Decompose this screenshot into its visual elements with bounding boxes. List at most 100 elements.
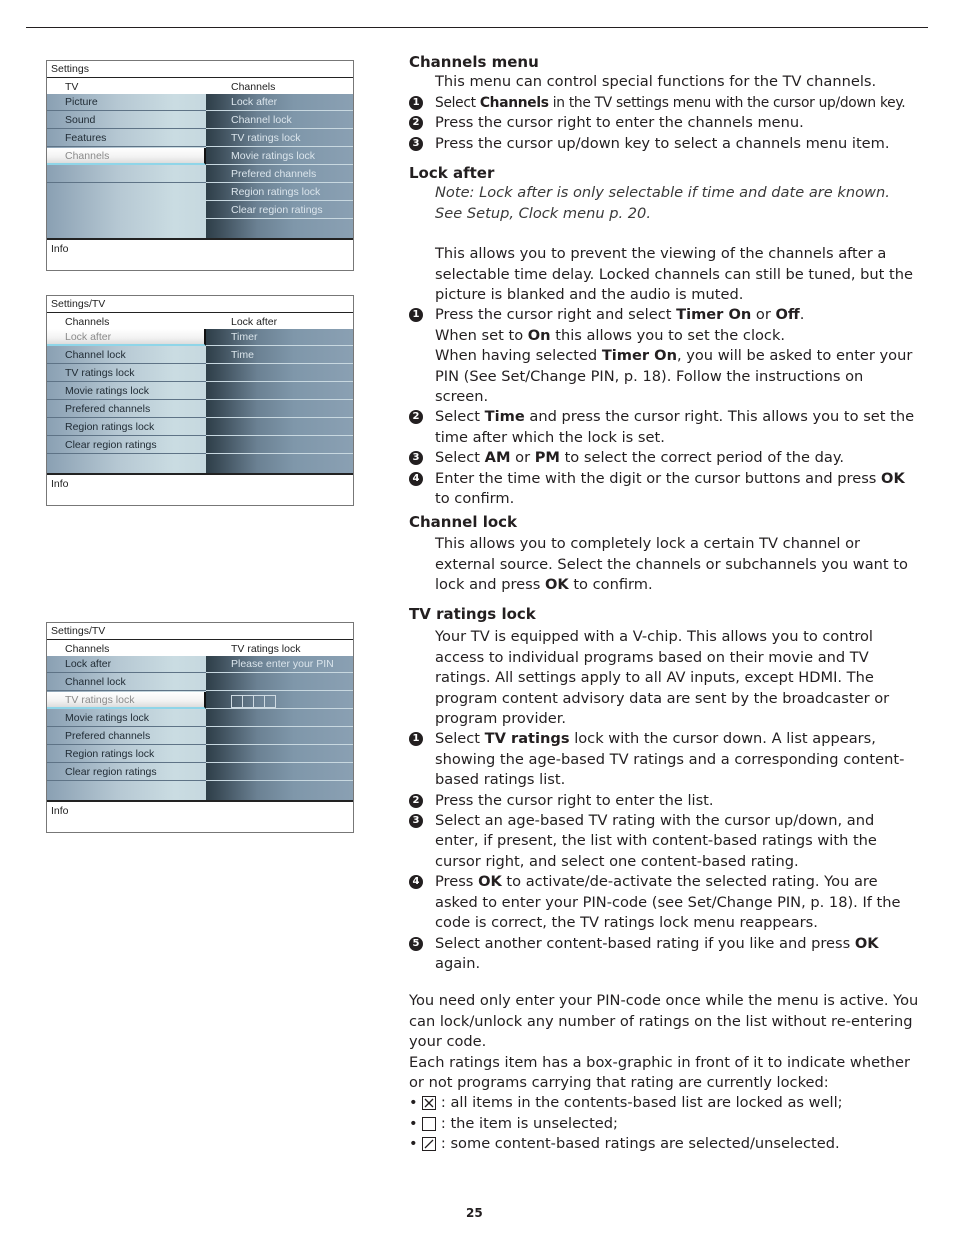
menu-item[interactable]: Clear region ratings — [47, 764, 206, 781]
submenu-item[interactable]: Lock after — [206, 94, 353, 111]
menu-title: Settings — [47, 61, 353, 78]
text: Press the cursor right to enter the list… — [435, 791, 714, 809]
menu-item[interactable]: Prefered channels — [47, 728, 206, 745]
channel-lock-section: Channel lock This allows you to complete… — [409, 512, 919, 596]
text: Press the cursor up/down key to select a… — [435, 134, 890, 152]
menu-right-list: Timer Time — [206, 329, 353, 473]
text: : some content-based ratings are selecte… — [436, 1135, 840, 1153]
submenu-item-empty — [206, 437, 353, 454]
menu-item[interactable]: Sound — [47, 112, 206, 129]
menu-right-header: TV ratings lock — [231, 643, 301, 655]
submenu-item[interactable]: Movie ratings lock — [206, 148, 353, 165]
paragraph: Your TV is equipped with a V-chip. This … — [435, 628, 890, 728]
text: to confirm. — [568, 576, 653, 594]
submenu-item[interactable]: Clear region ratings — [206, 202, 353, 219]
pin-input[interactable] — [231, 694, 276, 708]
step-number-icon: 2 — [409, 410, 423, 425]
text: . — [799, 306, 805, 324]
menu-item[interactable]: Prefered channels — [47, 401, 206, 418]
text-bold: Off — [775, 306, 800, 324]
submenu-item-empty — [206, 710, 353, 727]
step-number-icon: 1 — [409, 95, 423, 110]
submenu-item[interactable]: TV ratings lock — [206, 130, 353, 147]
text-bold: OK — [478, 873, 502, 891]
menu-left-list: Lock after Channel lock TV ratings lock … — [47, 656, 206, 800]
menu-item[interactable]: Lock after — [47, 656, 206, 673]
text: Select — [435, 730, 485, 748]
menu-left-header: TV — [65, 81, 79, 93]
step: 2 Press the cursor right to enter the cha… — [409, 113, 919, 133]
tv-menu-tv-ratings-lock: Settings/TV Channels TV ratings lock Loc… — [46, 622, 354, 833]
submenu-item-empty — [206, 365, 353, 382]
section-heading: Lock after — [409, 164, 495, 182]
menu-item[interactable]: Features — [47, 130, 206, 147]
text: Select — [435, 449, 485, 467]
menu-item[interactable]: Region ratings lock — [47, 419, 206, 436]
text-bold: OK — [854, 934, 879, 952]
submenu-item[interactable]: Channel lock — [206, 112, 353, 129]
submenu-item-empty — [206, 746, 353, 763]
text-bold: OK — [881, 469, 905, 487]
submenu-item[interactable]: Region ratings lock — [206, 184, 353, 201]
menu-info: Info — [47, 800, 353, 832]
box-slashed-icon — [422, 1137, 437, 1152]
step-number-icon: 2 — [409, 793, 423, 808]
menu-title: Settings/TV — [47, 296, 353, 313]
channels-menu-section: Channels menu This menu can control spec… — [409, 52, 919, 154]
submenu-item-empty — [206, 728, 353, 745]
menu-item — [47, 166, 206, 183]
step: 4 Enter the time with the digit or the cu… — [409, 469, 919, 510]
step: 3 Select an age-based TV rating with the … — [409, 811, 919, 872]
paragraph: Each ratings item has a box-graphic in f… — [409, 1053, 911, 1091]
submenu-item-empty — [206, 383, 353, 400]
menu-item-selected[interactable]: Lock after — [47, 329, 206, 346]
paragraph: This allows you to prevent the viewing o… — [435, 245, 913, 304]
tv-ratings-lock-section: TV ratings lock Your TV is equipped with… — [409, 604, 919, 1155]
menu-left-header: Channels — [65, 316, 110, 328]
box-empty-icon — [422, 1116, 437, 1131]
step-number-icon: 1 — [409, 732, 423, 747]
step: 1 Select TV ratings lock with the cursor … — [409, 729, 919, 790]
menu-right-header: Channels — [231, 81, 276, 93]
menu-item-selected[interactable]: TV ratings lock — [47, 692, 206, 709]
step-number-icon: 3 — [409, 136, 423, 151]
text: to select the correct period of the day. — [559, 449, 845, 467]
text-bold: TV ratings — [484, 730, 570, 748]
menu-item[interactable]: TV ratings lock — [47, 365, 206, 382]
menu-item[interactable]: Movie ratings lock — [47, 710, 206, 727]
text: When having selected — [435, 347, 602, 365]
menu-item-selected[interactable]: Channels — [47, 148, 206, 165]
menu-item[interactable]: Channel lock — [47, 347, 206, 364]
submenu-item[interactable]: Timer — [206, 329, 353, 346]
step-number-icon: 4 — [409, 875, 423, 890]
pin-prompt: Please enter your PIN — [206, 656, 353, 673]
menu-right-header: Lock after — [231, 316, 278, 328]
menu-item[interactable]: Channel lock — [47, 674, 206, 691]
tv-menu-settings: Settings TV Channels Picture Sound Featu… — [46, 60, 354, 271]
submenu-item-empty — [206, 674, 353, 691]
menu-info: Info — [47, 238, 353, 270]
step: 1 Select Channels in the TV settings menu… — [409, 93, 919, 113]
submenu-item[interactable]: Time — [206, 347, 353, 364]
step-number-icon: 4 — [409, 471, 423, 486]
menu-item[interactable]: Movie ratings lock — [47, 383, 206, 400]
submenu-item[interactable]: Prefered channels — [206, 166, 353, 183]
menu-left-header: Channels — [65, 643, 110, 655]
box-crossed-icon — [422, 1096, 437, 1111]
pin-digit-box — [264, 694, 276, 708]
bullet-item: • : all items in the contents-based list… — [409, 1094, 843, 1112]
menu-item[interactable]: Region ratings lock — [47, 746, 206, 763]
text-bold: Time — [484, 408, 525, 426]
text-bold: Channels — [479, 94, 549, 111]
section-heading: TV ratings lock — [409, 605, 536, 623]
menu-item[interactable]: Clear region ratings — [47, 437, 206, 454]
page-number: 25 — [466, 1206, 483, 1220]
bullet-item: • : some content-based ratings are selec… — [409, 1135, 840, 1153]
menu-item[interactable]: Picture — [47, 94, 206, 111]
text: in the TV settings menu with the cursor … — [548, 94, 906, 111]
text: When set to — [435, 326, 528, 344]
step-number-icon: 2 — [409, 116, 423, 131]
menu-right-list: Please enter your PIN — [206, 656, 353, 800]
text-bold: AM — [484, 449, 511, 467]
text: or — [510, 449, 535, 467]
